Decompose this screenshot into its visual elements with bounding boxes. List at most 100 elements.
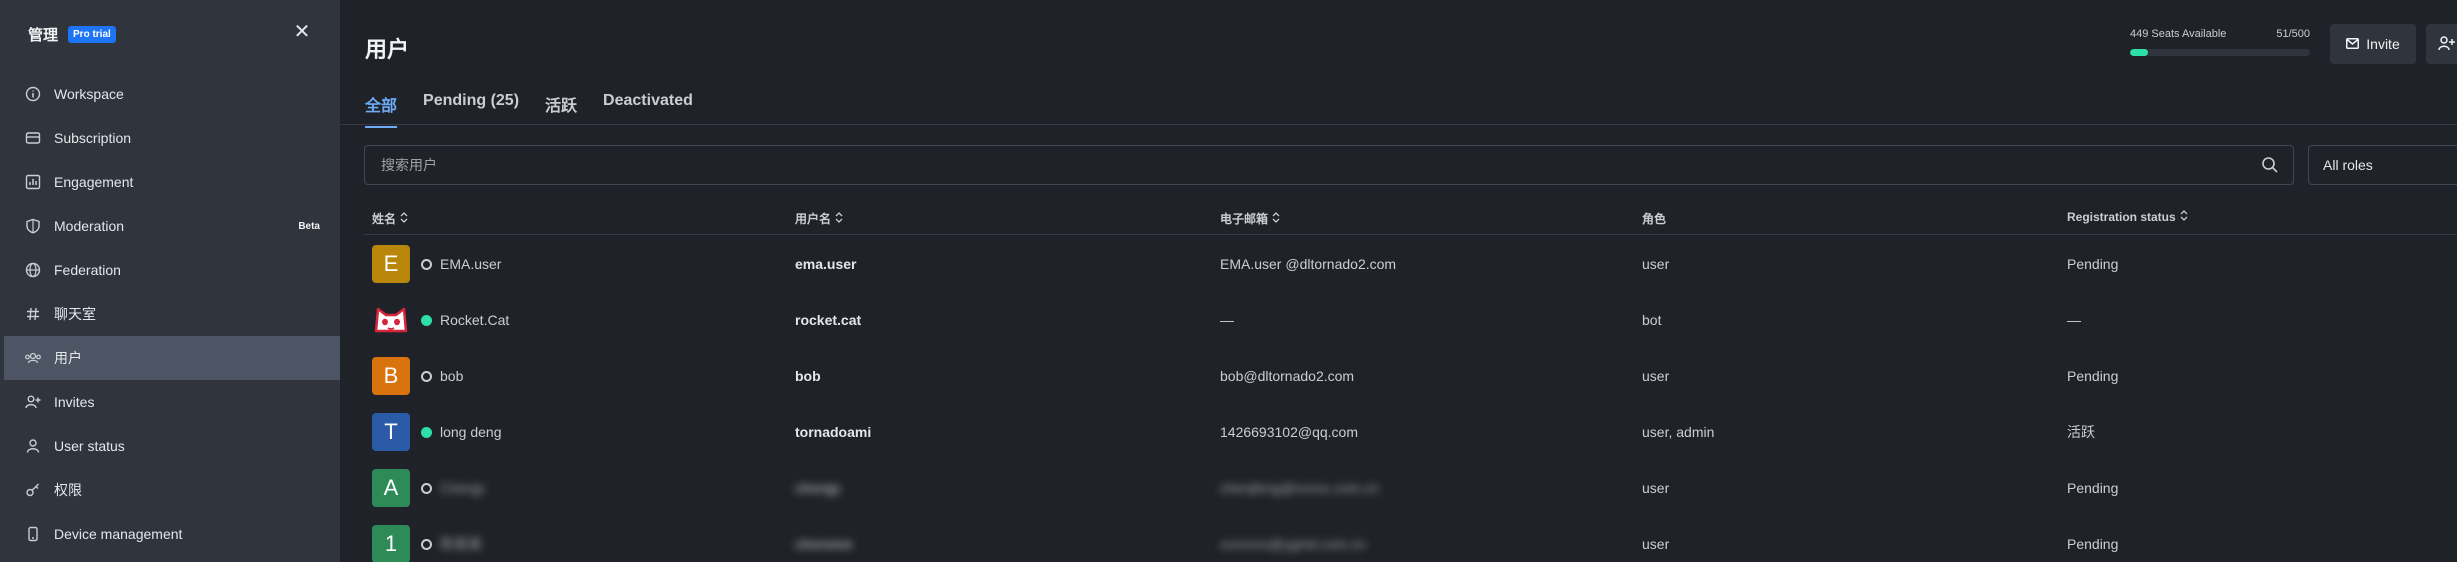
roles-filter-value: All roles [2323,157,2373,173]
user-role: user, admin [1642,404,1714,460]
user-full-name-text: EMA.user [440,256,502,272]
sidebar-item-label: User status [54,438,125,454]
column-header-registration-status[interactable]: Registration status [2067,210,2188,224]
sidebar-item-subscription[interactable]: Subscription [4,116,340,160]
user-registration-status-text: 活跃 [2067,424,2095,440]
status-offline-icon [421,539,432,550]
user-email-text: bob@dltornado2.com [1220,368,1355,384]
close-icon[interactable]: ✕ [290,20,314,44]
sidebar-item-9[interactable]: 权限 [4,468,340,512]
user-email-text: xxxxxxx@ygind.com.cn [1220,536,1366,552]
column-header-1[interactable]: 用户名 [795,210,843,227]
user-email: chenjfeng@xxxxx.com.cn [1220,460,1379,516]
search-box [364,145,2294,185]
invite-label: Invite [2366,36,2400,52]
seats-available-label: 449 Seats Available [2130,28,2227,40]
tab-0[interactable]: 全部 [365,92,398,128]
sidebar-item-user-status[interactable]: User status [4,424,340,468]
user-registration-status-text: Pending [2067,368,2119,384]
user-full-name: 陈某某 [440,516,482,562]
sidebar-item-moderation[interactable]: Moderation Beta [4,204,340,248]
user-registration-status: Pending [2067,460,2118,516]
pro-trial-badge: Pro trial [68,25,116,43]
add-user-button[interactable] [2426,24,2457,64]
user-registration-status-text: Pending [2067,480,2119,496]
user-full-name-text: Chenjp [440,480,485,496]
user-username-text: tornadoami [795,424,872,440]
status-online-icon [421,315,432,326]
sort-icon[interactable] [835,211,843,226]
sidebar-item-label: Engagement [54,174,134,190]
hashtag-icon [24,305,42,323]
user-username: chenmm [795,516,853,562]
invite-button[interactable]: Invite [2330,24,2416,64]
mobile-icon [24,525,42,543]
table-row[interactable]: 1 陈某某 chenmm xxxxxxx@ygind.com.cn user Pendin… [340,516,2457,562]
user-role-text: user [1642,368,1670,384]
sort-icon[interactable] [1272,211,1280,226]
user-email-text: — [1220,312,1234,328]
sort-icon[interactable] [400,211,408,226]
sidebar-item-invites[interactable]: Invites [4,380,340,424]
key-icon [24,481,42,499]
user-username: tornadoami [795,404,871,460]
search-input[interactable] [381,157,2231,173]
sidebar-item-5[interactable]: 聊天室 [4,292,340,336]
table-header: 姓名 用户名 电子邮箱 角色 Registration status [340,210,2457,234]
mail-icon [2346,36,2360,52]
tab-deactivated[interactable]: Deactivated [603,92,693,128]
user-full-name: EMA.user [440,236,501,292]
sidebar-item-device-management[interactable]: Device management [4,512,340,556]
sidebar-item-label: Device management [54,526,183,542]
table-row[interactable]: A Chenjp chenjp chenjfeng@xxxxx.com.cn user P… [340,460,2457,516]
avatar [372,301,410,339]
tab-pending-25[interactable]: Pending (25) [423,92,519,128]
status-offline-icon [421,371,432,382]
sort-icon[interactable] [2180,210,2188,224]
column-header-label: 电子邮箱 [1220,212,1269,226]
sidebar-item-workspace[interactable]: Workspace [4,72,340,116]
column-header-3[interactable]: 角色 [1642,210,1666,227]
user-role-text: user [1642,480,1670,496]
user-username-text: chenjp [795,480,841,496]
sidebar-item-federation[interactable]: Federation [4,248,340,292]
globe-icon [24,261,42,279]
user-username: chenjp [795,460,840,516]
tab-2[interactable]: 活跃 [545,92,577,128]
user-full-name-text: Rocket.Cat [440,312,510,328]
sidebar-item-6[interactable]: 用户 [4,336,340,380]
user-role-text: bot [1642,312,1662,328]
table-row[interactable]: Tlong deng tornadoami 1426693102@qq.com use… [340,404,2457,460]
user-full-name-text: bob [440,368,464,384]
table-row[interactable]: Bbob bob bob@dltornado2.com user Pending [340,348,2457,404]
sidebar-item-label: Invites [54,394,95,410]
user-full-name: long deng [440,404,502,460]
table-row[interactable]: Rocket.Cat rocket.cat — bot — [340,292,2457,348]
user-username: bob [795,348,821,404]
column-header-2[interactable]: 电子邮箱 [1220,210,1280,227]
roles-filter-select[interactable]: All roles [2308,145,2457,185]
user-registration-status: — [2067,292,2081,348]
user-registration-status-text: — [2067,312,2081,328]
users-tabs: 全部 Pending (25) 活跃 Deactivated [365,92,693,128]
sidebar-item-label: Subscription [54,130,132,146]
avatar: E [372,245,410,283]
sidebar-item-engagement[interactable]: Engagement [4,160,340,204]
user-role: user [1642,516,1669,562]
table-header-divider [364,234,2457,235]
user-email: — [1220,292,1234,348]
user-plus-icon [24,393,42,411]
sidebar-item-label: Moderation [54,218,125,234]
column-header-label: 用户名 [795,212,832,226]
user-username: ema.user [795,236,856,292]
avatar: A [372,469,410,507]
column-header-0[interactable]: 姓名 [372,210,408,227]
search-icon[interactable] [2261,156,2279,179]
status-offline-icon [421,259,432,270]
beta-badge: Beta [298,220,320,232]
seats-count: 51/500 [2276,28,2310,40]
user-role-text: user [1642,256,1670,272]
sidebar-item-label: 权限 [54,482,82,498]
table-row[interactable]: E EMA.user ema.user EMA.user @dltornado2.co… [340,236,2457,292]
seats-indicator: 449 Seats Available 51/500 [2130,28,2310,56]
